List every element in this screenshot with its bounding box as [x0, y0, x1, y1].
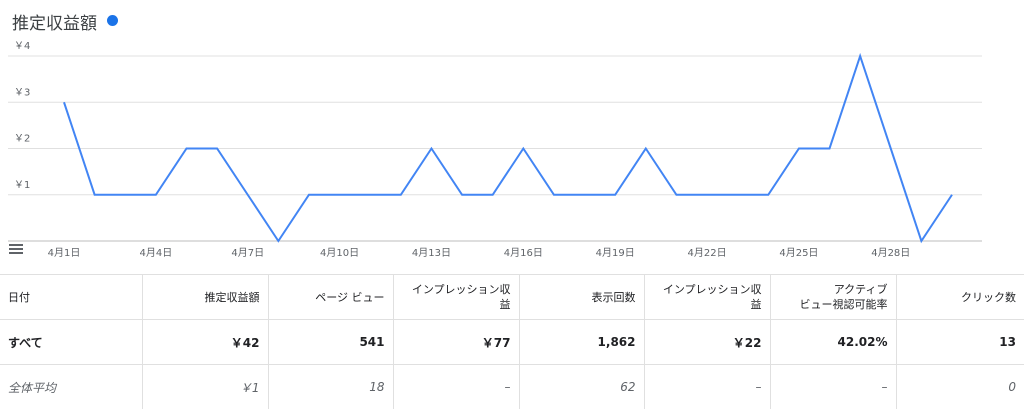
total-row: すべて ￥42 541 ￥77 1,862 ￥22 42.02% 13 — [0, 319, 1024, 365]
table-cell: 42.02% — [770, 319, 897, 365]
data-point[interactable] — [644, 147, 648, 151]
table-cell: ￥22 — [644, 319, 771, 365]
table-cell: ￥42 — [142, 319, 269, 365]
data-point[interactable] — [338, 193, 342, 197]
table-cell: – — [393, 364, 520, 409]
table-cell: 0 — [896, 364, 1024, 409]
table-cell: ￥77 — [393, 319, 520, 365]
table-cell: 13 — [896, 319, 1024, 365]
x-tick-label: 4月13日 — [412, 247, 451, 259]
column-header[interactable]: インプレッション収益 — [393, 274, 520, 320]
y-tick-label: ￥4 — [14, 41, 30, 52]
data-point[interactable] — [429, 147, 433, 151]
data-point[interactable] — [184, 147, 188, 151]
data-point[interactable] — [491, 193, 495, 197]
column-header-label: クリック数 — [961, 290, 1016, 304]
table-cell: 62 — [519, 364, 645, 409]
column-header[interactable]: 推定収益額 — [142, 274, 269, 320]
data-point[interactable] — [215, 147, 219, 151]
column-header-label: 表示回数 — [591, 290, 636, 304]
column-header-label: 日付 — [8, 290, 30, 304]
data-point[interactable] — [307, 193, 311, 197]
data-point[interactable] — [552, 193, 556, 197]
x-tick-label: 4月19日 — [596, 247, 635, 259]
table-cell: すべて — [0, 319, 143, 365]
table-header-row: 日付 推定収益額 ページ ビュー インプレッション収益 表示回数 インプレッション収益 アク… — [0, 274, 1024, 320]
x-tick-label: 4月28日 — [871, 247, 910, 259]
column-header-label: ページ ビュー — [315, 290, 385, 304]
x-tick-label: 4月25日 — [779, 247, 818, 259]
column-header-label: インプレッション収益 — [662, 283, 762, 311]
y-tick-label: ￥3 — [14, 87, 30, 98]
x-tick-label: 4月16日 — [504, 247, 543, 259]
data-point[interactable] — [919, 239, 923, 243]
data-point[interactable] — [399, 193, 403, 197]
column-header[interactable]: クリック数 — [896, 274, 1024, 320]
data-point[interactable] — [858, 54, 862, 58]
data-point[interactable] — [705, 193, 709, 197]
data-point[interactable] — [889, 147, 893, 151]
table-cell: – — [644, 364, 771, 409]
data-point[interactable] — [828, 147, 832, 151]
column-header-label: 推定収益額 — [204, 290, 260, 304]
column-header-label: アクティブ — [833, 283, 888, 296]
data-point[interactable] — [736, 193, 740, 197]
column-header[interactable]: 表示回数 — [519, 274, 645, 320]
data-point[interactable] — [246, 193, 250, 197]
data-point[interactable] — [674, 193, 678, 197]
x-tick-label: 4月4日 — [139, 247, 172, 259]
column-header[interactable]: ページ ビュー — [268, 274, 394, 320]
column-header[interactable]: インプレッション収益 — [644, 274, 771, 320]
data-point[interactable] — [521, 147, 525, 151]
column-header[interactable]: アクティブビュー視認可能率 — [770, 274, 897, 320]
data-point[interactable] — [154, 193, 158, 197]
x-tick-label: 4月10日 — [320, 247, 359, 259]
data-point[interactable] — [797, 147, 801, 151]
data-point[interactable] — [276, 239, 280, 243]
data-point[interactable] — [613, 193, 617, 197]
data-point[interactable] — [93, 193, 97, 197]
data-point[interactable] — [766, 193, 770, 197]
table-cell: ￥1 — [142, 364, 269, 409]
average-row: 全体平均 ￥1 18–62– –0 — [0, 364, 1024, 409]
data-point[interactable] — [950, 193, 954, 197]
table-cell: 全体平均 — [0, 364, 143, 409]
column-header-label: ビュー視認可能率 — [799, 298, 888, 311]
x-tick-label: 4月22日 — [687, 247, 726, 259]
x-tick-label: 4月1日 — [48, 247, 81, 259]
stats-table: 日付 推定収益額 ページ ビュー インプレッション収益 表示回数 インプレッション収益 アク… — [0, 274, 1024, 409]
table-cell: – — [770, 364, 897, 409]
data-point[interactable] — [460, 193, 464, 197]
table-cell: 541 — [268, 319, 394, 365]
data-point[interactable] — [62, 100, 66, 104]
data-point[interactable] — [123, 193, 127, 197]
x-tick-label: 4月7日 — [231, 247, 264, 259]
data-point[interactable] — [368, 193, 372, 197]
y-tick-label: ￥2 — [14, 134, 30, 145]
menu-icon[interactable] — [9, 244, 23, 254]
table-cell: 1,862 — [519, 319, 645, 365]
y-tick-label: ￥1 — [14, 180, 30, 191]
data-point[interactable] — [583, 193, 587, 197]
line-chart: ￥1 ￥2 ￥3 ￥4 4月1日 4月4日 4月7日 4月10日 4月13日 4月16日 4月19日… — [8, 41, 982, 259]
column-header-label: インプレッション収益 — [411, 283, 511, 311]
column-header[interactable]: 日付 — [0, 274, 143, 320]
table-cell: 18 — [268, 364, 394, 409]
